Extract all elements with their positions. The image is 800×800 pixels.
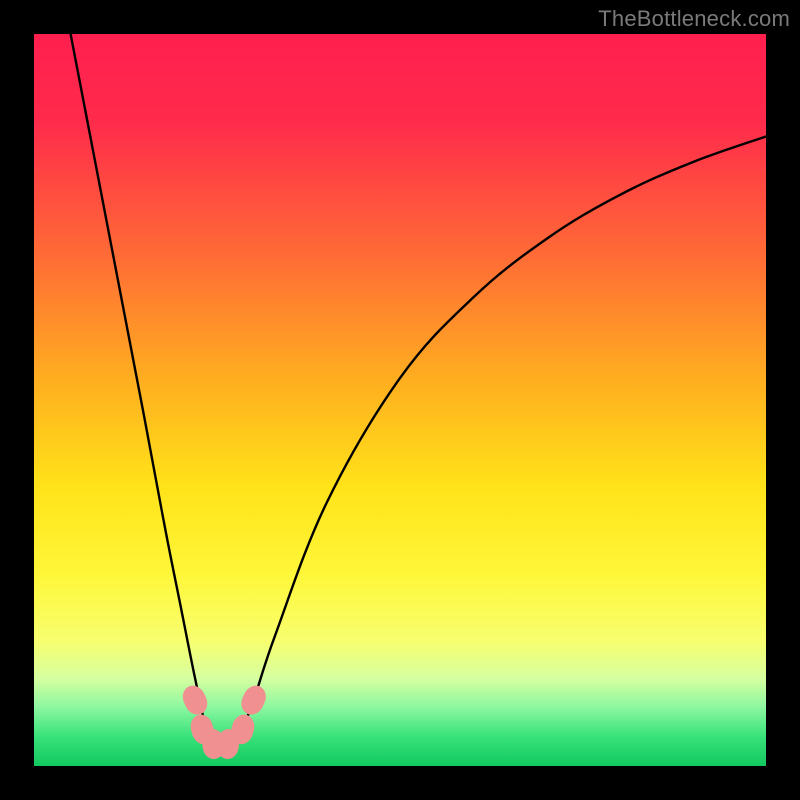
plot-area xyxy=(34,34,766,766)
curve-marker xyxy=(237,682,270,718)
curve-marker xyxy=(179,682,212,718)
watermark-text: TheBottleneck.com xyxy=(598,6,790,32)
bottleneck-curve xyxy=(71,34,766,752)
curve-layer xyxy=(34,34,766,766)
chart-frame: TheBottleneck.com xyxy=(0,0,800,800)
curve-markers xyxy=(179,682,270,760)
